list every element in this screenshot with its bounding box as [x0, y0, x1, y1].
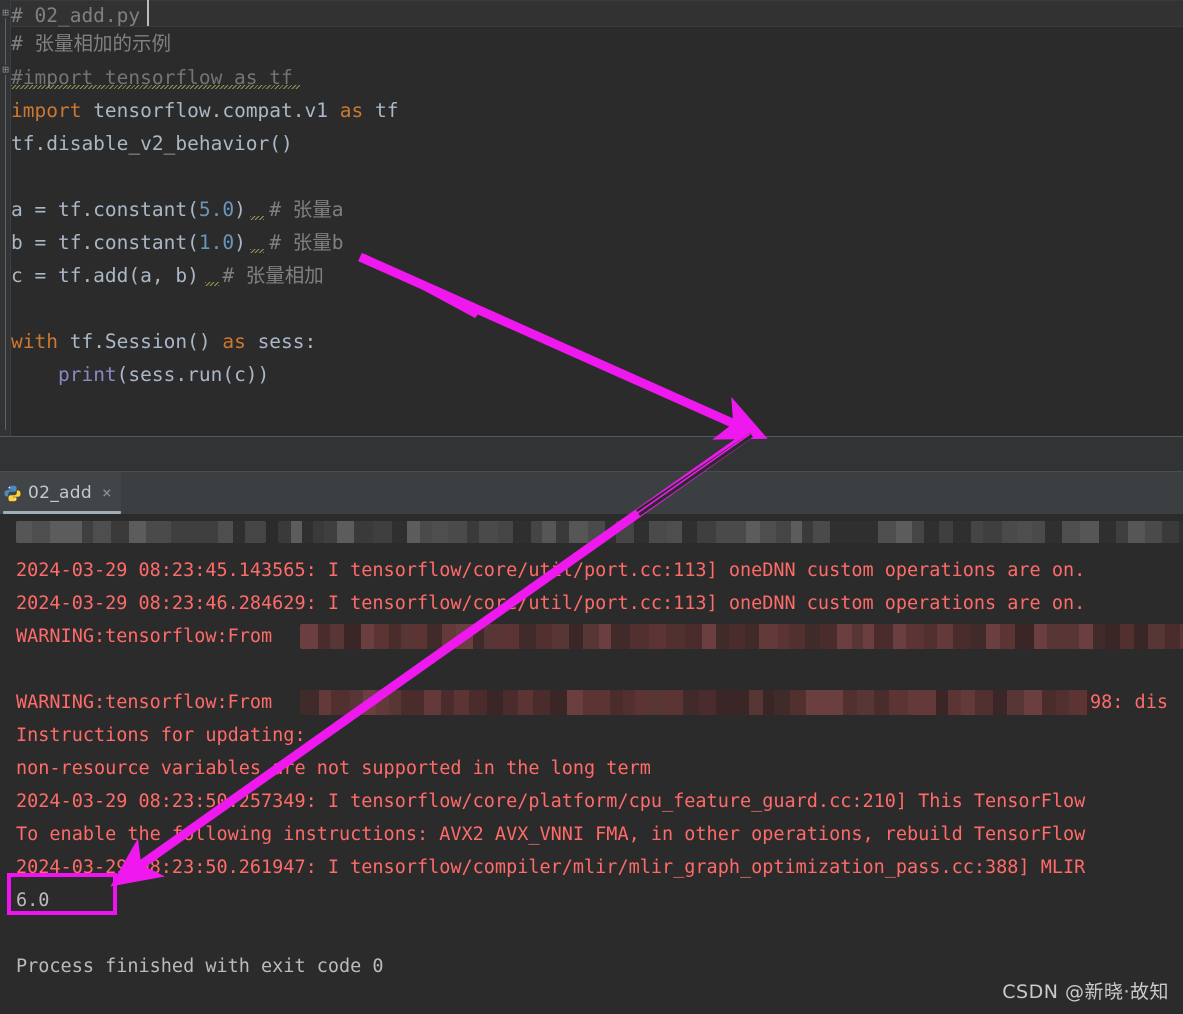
code-line: tf.disable_v2_behavior() [11, 128, 293, 160]
console-log-line: To enable the following instructions: AV… [16, 824, 1097, 845]
code-line: import tensorflow.compat.v1 as tf [11, 95, 398, 127]
console-log-line: 2024-03-29 08:23:50.261947: I tensorflow… [16, 857, 1097, 878]
run-tab-label: 02_add [28, 483, 92, 503]
code-token: # 02_add.py [11, 4, 141, 27]
console-output-line: Process finished with exit code 0 [16, 956, 384, 977]
code-token: tf.Session() [57, 330, 223, 353]
code-token: as [222, 330, 246, 353]
code-line: b = tf.constant(1.0) # 张量b [11, 227, 344, 259]
code-token: import [11, 99, 82, 122]
console-log-line: non-resource variables are not supported… [16, 758, 651, 779]
run-tool-window[interactable]: 02_add × 2024-03-29 08:23:45.143565: I t… [0, 472, 1183, 1014]
code-token: print [57, 363, 117, 386]
redacted-text-block [300, 690, 1090, 715]
run-tab-bar[interactable]: 02_add × [0, 472, 1183, 514]
code-token: as [339, 99, 364, 122]
csdn-watermark: CSDN @新晓·故知 [1002, 981, 1169, 1003]
console-log-line: 2024-03-29 08:23:50.257349: I tensorflow… [16, 791, 1086, 812]
code-token: c = tf.add(a, b) [11, 264, 199, 287]
console-output[interactable]: 2024-03-29 08:23:45.143565: I tensorflow… [0, 514, 1183, 1014]
console-log-line: 2024-03-29 08:23:45.143565: I tensorflow… [16, 560, 1097, 581]
inspection-squiggle [250, 249, 264, 253]
code-line: print(sess.run(c)) [11, 359, 269, 391]
code-token: (sess.run(c)) [116, 363, 270, 386]
redacted-text-block [300, 624, 1183, 649]
console-log-line: Instructions for updating: [16, 725, 306, 746]
fold-region-line [5, 75, 6, 430]
editor-gutter[interactable]: ⊞ ⊞ [0, 0, 10, 437]
code-token: tf.disable_v2_behavior() [11, 132, 293, 155]
fold-region-line [5, 18, 6, 65]
python-file-icon [4, 485, 21, 502]
code-token: # 张量相加的示例 [11, 32, 171, 55]
redacted-text-block [16, 521, 266, 543]
code-editor-pane[interactable]: ⊞ ⊞ # 02_add.py # 张量相加的示例 #import tensorfl… [0, 0, 1183, 437]
inspection-squiggle [11, 85, 300, 89]
current-line-highlight [11, 0, 1183, 27]
console-log-line: WARNING:tensorflow:From [16, 692, 284, 713]
code-token: ) [234, 231, 246, 254]
code-token: sess: [245, 330, 317, 353]
console-log-line: 2024-03-29 08:23:46.284629: I tensorflow… [16, 593, 1097, 614]
code-line: c = tf.add(a, b) # 张量相加 [11, 260, 324, 292]
code-line: a = tf.constant(5.0) # 张量a [11, 194, 344, 226]
console-log-line: WARNING:tensorflow:From [16, 626, 284, 647]
close-icon[interactable]: × [102, 485, 112, 501]
redacted-text-block [278, 521, 1183, 543]
code-token: tensorflow.compat.v1 [81, 99, 340, 122]
console-log-line-tail: 98: dis [1090, 692, 1168, 713]
code-line: with tf.Session() as sess: [11, 326, 316, 358]
code-token: 5.0 [198, 198, 235, 221]
code-line: # 张量相加的示例 [11, 28, 171, 60]
editor-status-strip [0, 437, 1183, 472]
run-tab-02-add[interactable]: 02_add × [0, 472, 121, 514]
code-line: #import tensorflow as tf [11, 62, 293, 94]
text-caret [147, 0, 149, 26]
code-token: a = tf.constant( [11, 198, 199, 221]
code-token: 1.0 [198, 231, 235, 254]
inspection-squiggle [205, 282, 219, 286]
result-highlight-box [7, 873, 117, 915]
code-token: ) [234, 198, 246, 221]
code-token: b = tf.constant( [11, 231, 199, 254]
inspection-squiggle [250, 216, 264, 220]
code-token: with [11, 330, 58, 353]
code-token: tf [363, 99, 399, 122]
